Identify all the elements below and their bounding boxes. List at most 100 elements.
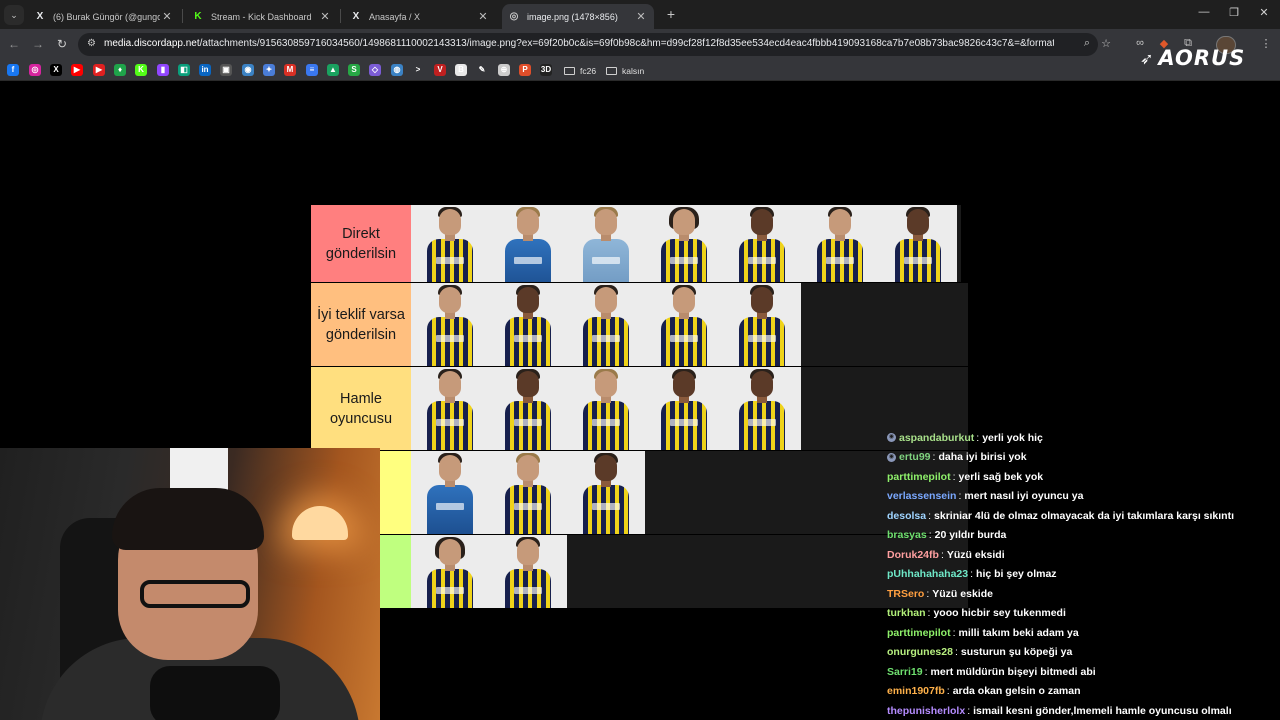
player-photo[interactable] (489, 535, 567, 608)
player-photo[interactable] (489, 367, 567, 450)
player-photo[interactable] (489, 205, 567, 282)
browser-tab-2[interactable]: K Stream - Kick Dashboard ✕ (186, 4, 338, 29)
twitch-icon[interactable]: ▮ (157, 64, 169, 76)
browser-tab-1[interactable]: X (6) Burak Güngör (@gungorbur ✕ (28, 4, 180, 29)
player-photo[interactable] (723, 283, 801, 366)
chat-text: hiç bi şey olmaz (976, 568, 1057, 580)
player-photo[interactable] (489, 451, 567, 534)
youtube-icon[interactable]: ▶ (71, 64, 83, 76)
player-photo[interactable] (567, 205, 645, 282)
chat-message: parttimepilot: yerli sağ bek yok (887, 467, 1043, 486)
player-photo[interactable] (645, 283, 723, 366)
player-photo[interactable] (567, 367, 645, 450)
jersey-sponsor (592, 335, 620, 342)
bookmark-folder-fc26[interactable]: fc26 (564, 64, 596, 77)
chat-username[interactable]: TRSero (887, 588, 924, 600)
chat-username[interactable]: verlassensein (887, 490, 956, 502)
sparkle-icon[interactable]: ✦ (263, 64, 275, 76)
jersey-sponsor (514, 419, 542, 426)
player-photo[interactable] (645, 367, 723, 450)
close-tab-icon[interactable]: ✕ (476, 10, 490, 23)
chat-username[interactable]: pUhhahahaha23 (887, 568, 968, 580)
player-photo[interactable] (567, 283, 645, 366)
chat-separator: : (926, 587, 930, 600)
gmail-icon[interactable]: M (284, 64, 296, 76)
browser-tab-3[interactable]: X Anasayfa / X ✕ (344, 4, 496, 29)
bookmark-folder-kalsin[interactable]: kalsın (606, 64, 644, 77)
player-photo[interactable] (723, 367, 801, 450)
leaf-icon[interactable]: ♦ (114, 64, 126, 76)
chevron-right-icon[interactable]: > (412, 64, 424, 76)
app-icon[interactable]: V (434, 64, 446, 76)
x-logo-icon[interactable]: X (50, 64, 62, 76)
player-photo[interactable] (723, 205, 801, 282)
linkedin-icon[interactable]: in (199, 64, 211, 76)
pen-icon[interactable]: ✎ (476, 64, 488, 76)
sheets-icon[interactable]: S (348, 64, 360, 76)
player-photo[interactable] (411, 367, 489, 450)
tier-row: ar (311, 535, 968, 608)
player-photo[interactable] (411, 205, 489, 282)
tab-search-chevron-icon[interactable]: ⌄ (4, 5, 24, 25)
chat-separator: : (940, 548, 944, 561)
player-photo[interactable] (411, 283, 489, 366)
back-arrow-icon[interactable]: ← (6, 37, 22, 51)
chat-username[interactable]: onurgunes28 (887, 646, 953, 658)
webcam-microphone (150, 666, 280, 720)
chat-username[interactable]: emin1907fb (887, 685, 945, 697)
site-settings-icon[interactable]: ⚙ (87, 38, 96, 49)
close-window-icon[interactable]: ✕ (1256, 6, 1272, 19)
bookmark-star-icon[interactable]: ☆ (1098, 37, 1114, 50)
close-tab-icon[interactable]: ✕ (634, 10, 648, 23)
new-tab-plus-icon[interactable]: + (663, 6, 679, 22)
jersey-sponsor (592, 419, 620, 426)
chat-username[interactable]: thepunisherlolx (887, 705, 965, 717)
player-photo[interactable] (489, 283, 567, 366)
chat-message: turkhan: yooo hicbir sey tukenmedi (887, 604, 1066, 623)
drive-icon[interactable]: ▲ (327, 64, 339, 76)
zoom-magnifier-icon[interactable]: ⌕ (1084, 37, 1090, 50)
chat-username[interactable]: turkhan (887, 607, 926, 619)
app-icon[interactable]: B (455, 64, 467, 76)
player-photo[interactable] (411, 535, 489, 608)
app-icon[interactable]: ⊕ (498, 64, 510, 76)
kick-logo-icon[interactable]: K (135, 64, 147, 76)
minimize-icon[interactable]: — (1196, 6, 1212, 18)
bookmarks-bar: fc26 kalsın f ◎ X ▶ ▶ ♦ K ▮ ◧ in ▣ ◉ ✦ M ≡ ▲ S ◇ ◍ > V B ✎ ⊕ P 3D (0, 60, 1280, 81)
url-text[interactable]: media.discordapp.net/attachments/9156308… (104, 38, 1054, 49)
restore-icon[interactable]: ❐ (1226, 6, 1242, 19)
app-icon[interactable]: ◉ (242, 64, 254, 76)
app-icon[interactable]: P (519, 64, 531, 76)
close-tab-icon[interactable]: ✕ (160, 10, 174, 23)
chat-text: mert müldürün bişeyi bitmedi abi (930, 665, 1096, 678)
app-icon[interactable]: ◧ (178, 64, 190, 76)
chat-username[interactable]: Doruk24fb (887, 549, 939, 561)
player-photo[interactable] (879, 205, 957, 282)
jersey-sponsor (670, 419, 698, 426)
address-bar[interactable]: ⚙ media.discordapp.net/attachments/91563… (78, 33, 1098, 56)
browser-tab-4-active[interactable]: ◎ image.png (1478×856) ✕ (502, 4, 654, 29)
chat-username[interactable]: brasyas (887, 529, 927, 541)
app-icon[interactable]: ◇ (369, 64, 381, 76)
tier-items (411, 283, 968, 366)
player-photo[interactable] (801, 205, 879, 282)
app-icon[interactable]: ◍ (391, 64, 403, 76)
youtube-icon[interactable]: ▶ (93, 64, 105, 76)
player-photo[interactable] (411, 451, 489, 534)
chat-username[interactable]: ertu99 (899, 451, 931, 463)
docs-icon[interactable]: ≡ (306, 64, 318, 76)
player-photo[interactable] (567, 451, 645, 534)
chat-username[interactable]: Sarri19 (887, 666, 923, 678)
instagram-icon[interactable]: ◎ (29, 64, 41, 76)
app-icon[interactable]: 3D (540, 64, 552, 76)
chat-username[interactable]: parttimepilot (887, 627, 951, 639)
player-photo[interactable] (645, 205, 723, 282)
chat-username[interactable]: parttimepilot (887, 471, 951, 483)
app-icon[interactable]: ▣ (220, 64, 232, 76)
forward-arrow-icon[interactable]: → (30, 37, 46, 51)
reload-icon[interactable]: ↻ (54, 37, 70, 51)
chat-username[interactable]: aspandaburkut (899, 432, 974, 444)
facebook-icon[interactable]: f (7, 64, 19, 76)
close-tab-icon[interactable]: ✕ (318, 10, 332, 23)
chat-username[interactable]: desolsa (887, 510, 926, 522)
